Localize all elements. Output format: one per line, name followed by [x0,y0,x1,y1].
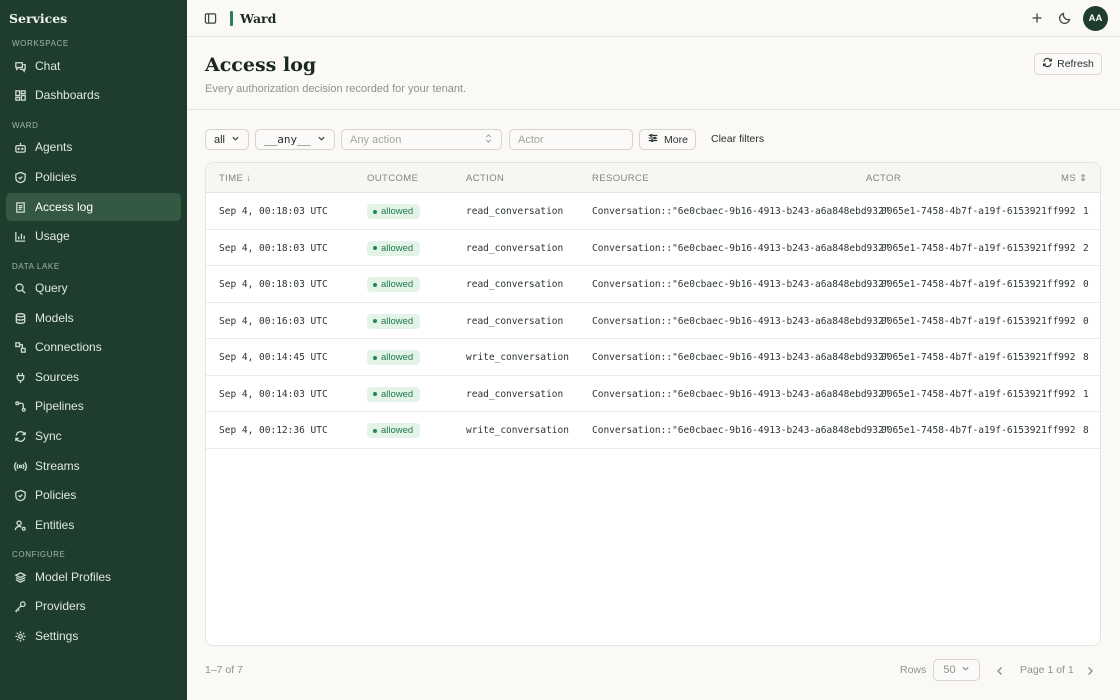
status-badge: allowed [367,240,421,256]
app-title: Ward [240,11,277,26]
column-outcome: OUTCOME [367,173,419,184]
chevron-updown-icon [484,133,493,147]
key-icon [14,600,27,613]
chevron-down-icon [317,133,326,146]
column-resource: RESOURCE [592,173,650,184]
sliders-icon [647,132,659,147]
column-ms[interactable]: MS ⇕ [1061,173,1087,184]
avatar[interactable]: AA [1083,6,1108,31]
layers-icon [14,571,27,584]
connection-icon [14,341,27,354]
page-subtitle: Every authorization decision recorded fo… [205,83,467,95]
gear-icon [14,630,27,643]
sidebar-item-entities[interactable]: Entities [6,511,181,539]
dashboard-icon [14,89,27,102]
status-badge: allowed [367,386,421,402]
actor-input[interactable]: Actor [509,129,633,150]
column-time[interactable]: TIME ↓ [219,173,252,184]
table-row[interactable]: Sep 4, 00:16:03 UTC allowed read_convers… [206,303,1100,339]
shield-icon [14,489,27,502]
sidebar-item-sources[interactable]: Sources [6,363,181,391]
sidebar-item-query[interactable]: Query [6,274,181,302]
sidebar-item-connections[interactable]: Connections [6,333,181,361]
clear-filters-button[interactable]: Clear filters [711,133,764,145]
log-icon [14,201,27,214]
brand-accent-bar [230,11,233,26]
page-title: Access log [205,54,317,76]
sidebar-item-sync[interactable]: Sync [6,422,181,450]
table-row[interactable]: Sep 4, 00:18:03 UTC allowed read_convers… [206,193,1100,230]
sidebar-item-settings[interactable]: Settings [6,622,181,650]
shield-icon [14,171,27,184]
next-page-icon[interactable] [1084,664,1096,676]
resource-type-filter[interactable]: __any__ [255,129,335,150]
rows-per-page-select[interactable]: 50 [933,659,980,681]
page-indicator: Page 1 of 1 [1020,664,1074,676]
status-badge: allowed [367,423,421,438]
rows-label: Rows [900,664,927,676]
sidebar-item-streams[interactable]: Streams [6,452,181,480]
plus-icon[interactable] [1030,11,1044,25]
plug-icon [14,371,27,384]
sidebar-item-pipelines[interactable]: Pipelines [6,392,181,420]
status-badge: allowed [367,313,421,329]
sidebar-item-policies[interactable]: Policies [6,163,181,191]
table-header: TIME ↓ OUTCOME ACTION RESOURCE ACTOR MS … [206,163,1100,193]
table-row[interactable]: Sep 4, 00:14:03 UTC allowed read_convers… [206,376,1100,412]
user-cog-icon [14,519,27,532]
bar-chart-icon [14,230,27,243]
chevron-down-icon [231,134,240,146]
broadcast-icon [14,460,27,473]
previous-page-icon[interactable] [994,664,1006,676]
database-icon [14,312,27,325]
pipeline-icon [14,400,27,413]
table-row[interactable]: Sep 4, 00:14:45 UTC allowed write_conver… [206,339,1100,376]
more-filters-button[interactable]: More [639,129,696,150]
results-count: 1–7 of 7 [205,664,243,676]
topbar: Ward AA [187,0,1120,37]
sidebar-item-providers[interactable]: Providers [6,592,181,620]
search-icon [14,282,27,295]
column-actor: ACTOR [866,173,902,184]
sidebar-item-chat[interactable]: Chat [6,52,181,80]
table-row[interactable]: Sep 4, 00:18:03 UTC allowed read_convers… [206,230,1100,266]
access-log-table: TIME ↓ OUTCOME ACTION RESOURCE ACTOR MS … [205,162,1101,646]
moon-icon[interactable] [1058,11,1072,25]
bot-icon [14,141,27,154]
arrow-down-icon: ↓ [246,173,252,184]
action-select[interactable]: Any action [341,129,502,150]
refresh-button[interactable]: Refresh [1034,53,1102,75]
sidebar-item-models[interactable]: Models [6,304,181,332]
status-badge: allowed [367,204,421,219]
section-data-lake: Data Lake [12,262,60,271]
sidebar-item-agents[interactable]: Agents [6,133,181,161]
sync-icon [14,430,27,443]
sidebar-item-access-log[interactable]: Access log [6,193,181,221]
refresh-icon [1042,57,1053,71]
sidebar-item-dashboards[interactable]: Dashboards [6,81,181,109]
chevron-down-icon [961,664,970,676]
table-row[interactable]: Sep 4, 00:18:03 UTC allowed read_convers… [206,266,1100,303]
table-row[interactable]: Sep 4, 00:12:36 UTC allowed write_conver… [206,412,1100,449]
status-badge: allowed [367,350,421,365]
sidebar-toggle-icon[interactable] [204,12,217,25]
page-header: Access log Every authorization decision … [187,37,1120,110]
section-configure: Configure [12,550,66,559]
column-action: ACTION [466,173,505,184]
section-workspace: Workspace [12,39,69,48]
sidebar-item-model-profiles[interactable]: Model Profiles [6,563,181,591]
status-badge: allowed [367,277,421,292]
outcome-filter[interactable]: all [205,129,249,150]
chat-icon [14,60,27,73]
sidebar-item-policies-data[interactable]: Policies [6,481,181,509]
sidebar-item-usage[interactable]: Usage [6,222,181,250]
section-ward: Ward [12,121,39,130]
sidebar-title: Services [9,11,68,26]
sidebar: Services Workspace Chat Dashboards Ward … [0,0,187,700]
sort-icon: ⇕ [1079,173,1088,184]
